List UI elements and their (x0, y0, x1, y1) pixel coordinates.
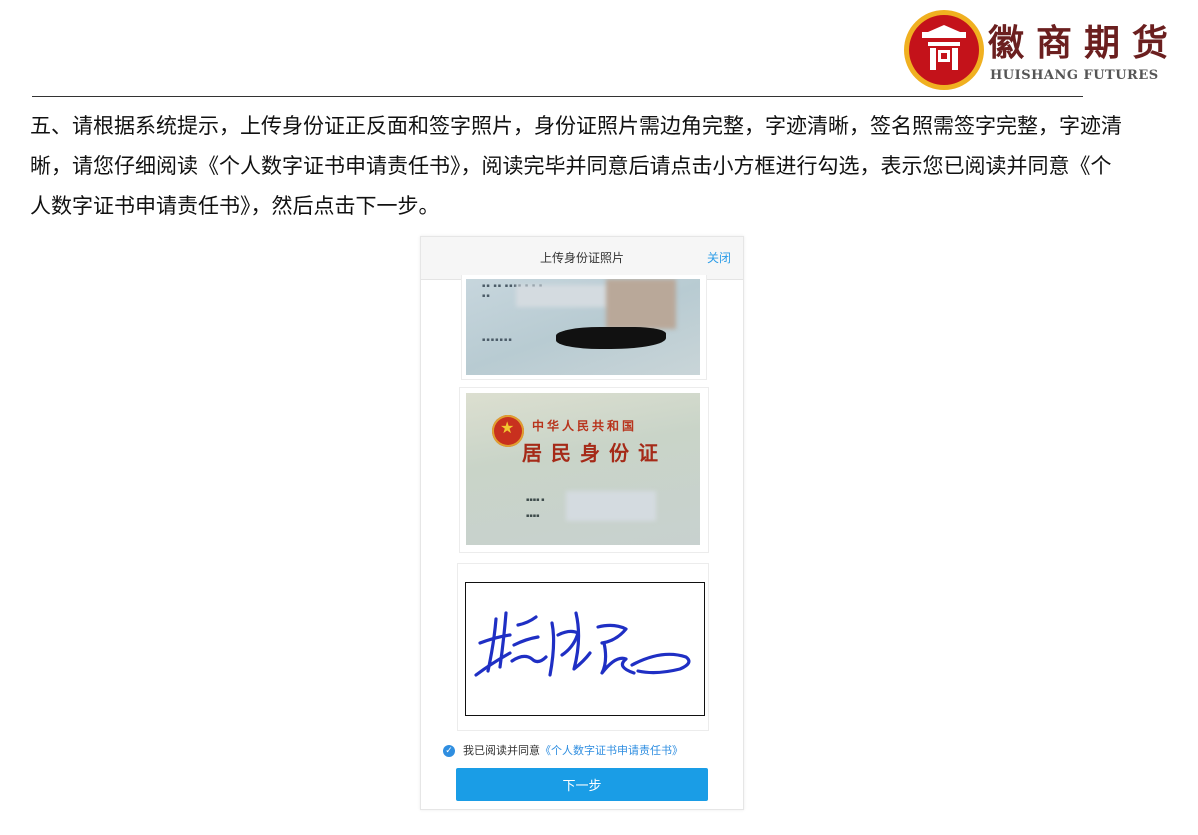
company-logo: 徽商期货 HUISHANG FUTURES (904, 10, 1194, 90)
id-front-country: 中华人民共和国 (532, 419, 638, 433)
upload-id-panel: 上传身份证照片 关闭 ▪▪ ▪▪ ▪▪▪▪ ▪ ▪ ▪ ▪▪ ▪▪▪▪▪▪▪ 中… (420, 236, 744, 810)
header-divider (32, 96, 1083, 97)
id-back-photo: ▪▪ ▪▪ ▪▪▪▪ ▪ ▪ ▪ ▪▪ ▪▪▪▪▪▪▪ (466, 279, 700, 375)
signature-drawing (474, 611, 691, 677)
panel-title: 上传身份证照片 (539, 251, 624, 265)
panel-header: 上传身份证照片 关闭 (421, 237, 743, 280)
national-emblem-icon (492, 415, 524, 447)
signature-photo (465, 582, 705, 716)
logo-emblem-icon (904, 10, 984, 90)
next-step-button[interactable]: 下一步 (456, 768, 708, 801)
instruction-text: 五、请根据系统提示，上传身份证正反面和签字照片，身份证照片需边角完整，字迹清晰，… (30, 114, 1122, 218)
logo-name-cn: 徽商期货 (988, 22, 1181, 64)
agreement-prefix: 我已阅读并同意 (463, 744, 540, 757)
agreement-row[interactable]: ✓ 我已阅读并同意《个人数字证书申请责任书》 (443, 742, 733, 758)
logo-name-en: HUISHANG FUTURES (990, 68, 1159, 83)
id-front-card-name: 居民身份证 (522, 441, 667, 465)
checkbox-checked-icon[interactable]: ✓ (443, 745, 455, 757)
close-button[interactable]: 关闭 (707, 249, 731, 266)
agreement-link[interactable]: 《个人数字证书申请责任书》 (540, 744, 683, 757)
id-front-photo: 中华人民共和国 居民身份证 ▪▪▪▪ ▪ ▪▪▪▪ (466, 393, 700, 545)
